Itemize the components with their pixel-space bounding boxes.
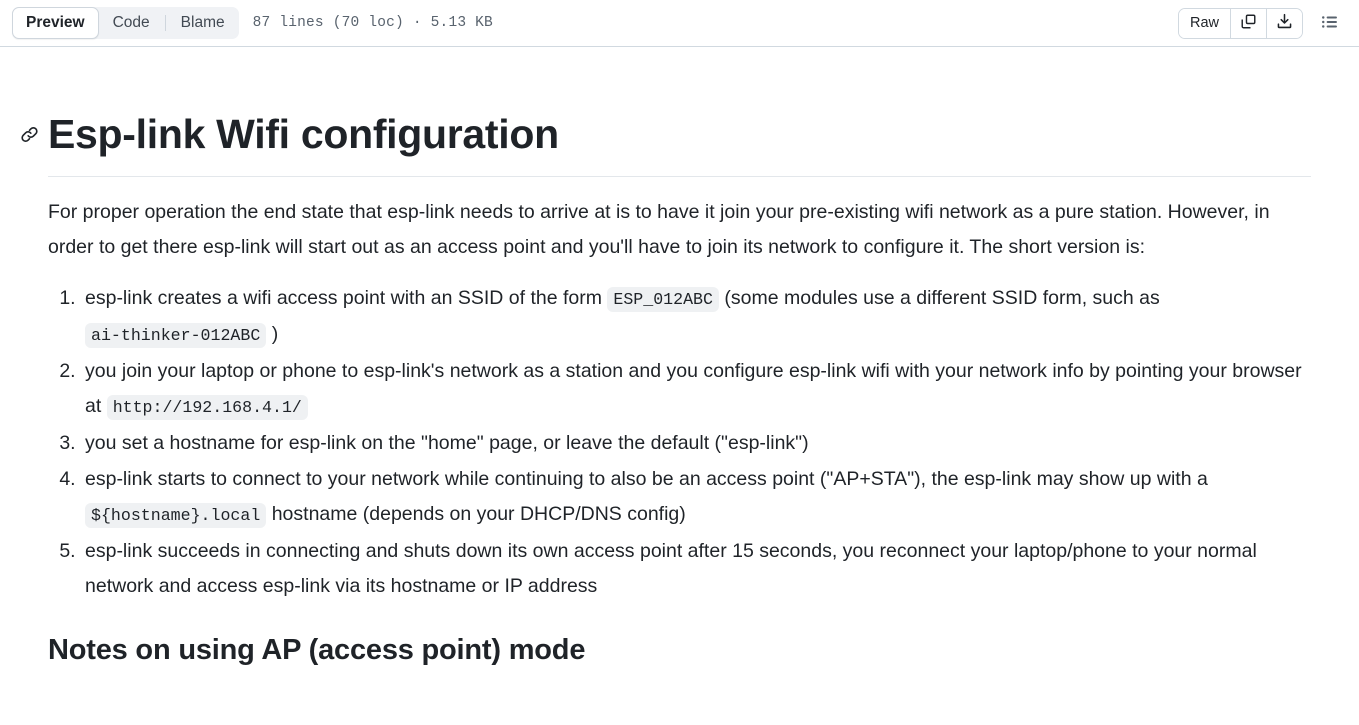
download-icon (1276, 13, 1293, 34)
section-heading-notes: Notes on using AP (access point) mode (48, 634, 586, 667)
list-item: you join your laptop or phone to esp-lin… (81, 354, 1311, 425)
intro-paragraph: For proper operation the end state that … (48, 201, 1270, 259)
link-icon[interactable] (18, 123, 40, 145)
copy-button[interactable] (1231, 8, 1267, 38)
page-title-text: Esp-link Wifi configuration (48, 111, 559, 157)
list-item: esp-link succeeds in connecting and shut… (81, 534, 1311, 604)
list-item: esp-link creates a wifi access point wit… (81, 281, 1311, 353)
list-item: esp-link starts to connect to your netwo… (81, 462, 1311, 533)
copy-icon (1240, 13, 1257, 34)
raw-button[interactable]: Raw (1178, 8, 1231, 38)
list-item: you set a hostname for esp-link on the "… (81, 426, 1311, 461)
inline-code: ESP_012ABC (607, 287, 719, 313)
inline-code: ${hostname}.local (85, 503, 267, 529)
download-button[interactable] (1267, 8, 1302, 38)
inline-code: http://192.168.4.1/ (106, 395, 308, 421)
file-actions-button-group: Raw (1177, 7, 1303, 39)
header-actions: Raw (1177, 7, 1345, 39)
steps-list: esp-link creates a wifi access point wit… (48, 281, 1311, 604)
markdown-document: Esp-link Wifi configuration For proper o… (0, 109, 1359, 667)
file-header-toolbar: Preview Code Blame 87 lines (70 loc) · 5… (0, 0, 1359, 47)
tab-code[interactable]: Code (99, 7, 164, 39)
tab-divider (164, 15, 166, 31)
file-meta-info: 87 lines (70 loc) · 5.13 KB (252, 15, 493, 31)
inline-code: ai-thinker-012ABC (85, 323, 267, 349)
page-title: Esp-link Wifi configuration (20, 109, 1311, 178)
list-unordered-icon (1321, 13, 1339, 34)
table-of-contents-button[interactable] (1315, 8, 1345, 38)
view-mode-segmented-control: Preview Code Blame (12, 7, 239, 39)
tab-blame[interactable]: Blame (167, 7, 239, 39)
tab-preview[interactable]: Preview (12, 7, 99, 39)
